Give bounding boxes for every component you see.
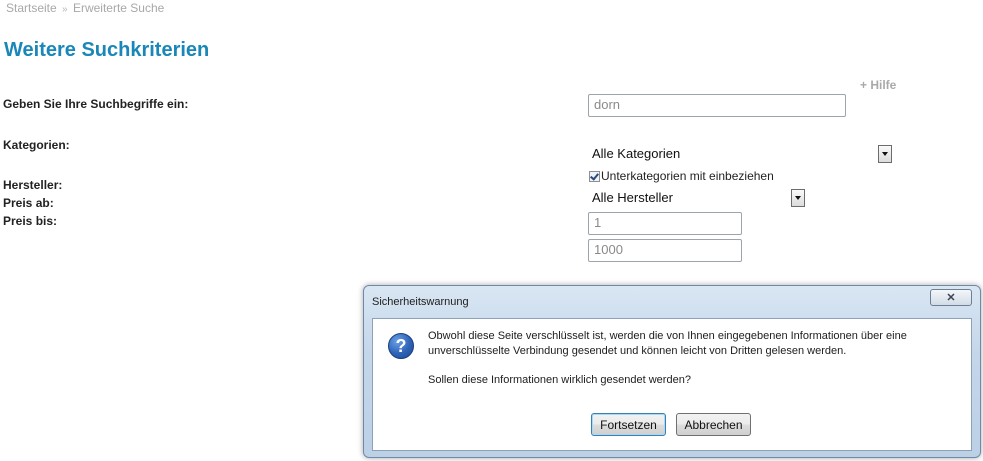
- price-from-input[interactable]: 1: [588, 212, 742, 235]
- manufacturer-select[interactable]: Alle Hersteller: [588, 186, 790, 208]
- dialog-message-line-1: Obwohl diese Seite verschlüsselt ist, we…: [428, 330, 907, 342]
- close-icon: ✕: [946, 292, 956, 304]
- help-link[interactable]: + Hilfe: [860, 78, 896, 92]
- price-to-input[interactable]: 1000: [588, 239, 742, 262]
- breadcrumb-home-link[interactable]: Startseite: [6, 1, 57, 15]
- price-to-label: Preis bis:: [3, 214, 58, 228]
- category-select-value: Alle Kategorien: [592, 146, 681, 161]
- categories-label: Kategorien:: [3, 138, 70, 152]
- dialog-message-line-2: unverschlüsselte Verbindung gesendet und…: [428, 345, 847, 357]
- question-icon: ?: [388, 333, 414, 359]
- category-dropdown-button[interactable]: [878, 145, 892, 163]
- breadcrumb: Startseite » Erweiterte Suche: [6, 1, 164, 15]
- search-terms-label: Geben Sie Ihre Suchbegriffe ein:: [3, 97, 189, 111]
- search-input[interactable]: dorn: [588, 94, 846, 117]
- category-select[interactable]: Alle Kategorien: [588, 142, 876, 165]
- checkmark-icon: [590, 170, 599, 181]
- breadcrumb-separator: »: [62, 4, 68, 15]
- chevron-down-icon: [882, 152, 888, 156]
- include-subcategories-label: Unterkategorien mit einbeziehen: [601, 169, 774, 183]
- dialog-question: Sollen diese Informationen wirklich gese…: [428, 374, 691, 386]
- page-title: Weitere Suchkriterien: [4, 39, 210, 61]
- include-subcategories-checkbox[interactable]: [589, 170, 600, 182]
- cancel-button[interactable]: Abbrechen: [676, 413, 751, 436]
- include-subcategories-row[interactable]: Unterkategorien mit einbeziehen: [589, 169, 774, 183]
- dialog-close-button[interactable]: ✕: [930, 289, 972, 306]
- manufacturer-dropdown-button[interactable]: [791, 189, 805, 207]
- price-from-label: Preis ab:: [3, 196, 54, 210]
- dialog-title: Sicherheitswarnung: [372, 296, 469, 308]
- manufacturer-label: Hersteller:: [3, 178, 63, 192]
- chevron-down-icon: [795, 196, 801, 200]
- continue-button[interactable]: Fortsetzen: [591, 413, 666, 436]
- breadcrumb-current: Erweiterte Suche: [72, 1, 165, 15]
- manufacturer-select-value: Alle Hersteller: [592, 189, 673, 205]
- dialog-content: ? Obwohl diese Seite verschlüsselt ist, …: [372, 318, 972, 451]
- security-warning-dialog: Sicherheitswarnung ✕ ? Obwohl diese Seit…: [363, 285, 981, 458]
